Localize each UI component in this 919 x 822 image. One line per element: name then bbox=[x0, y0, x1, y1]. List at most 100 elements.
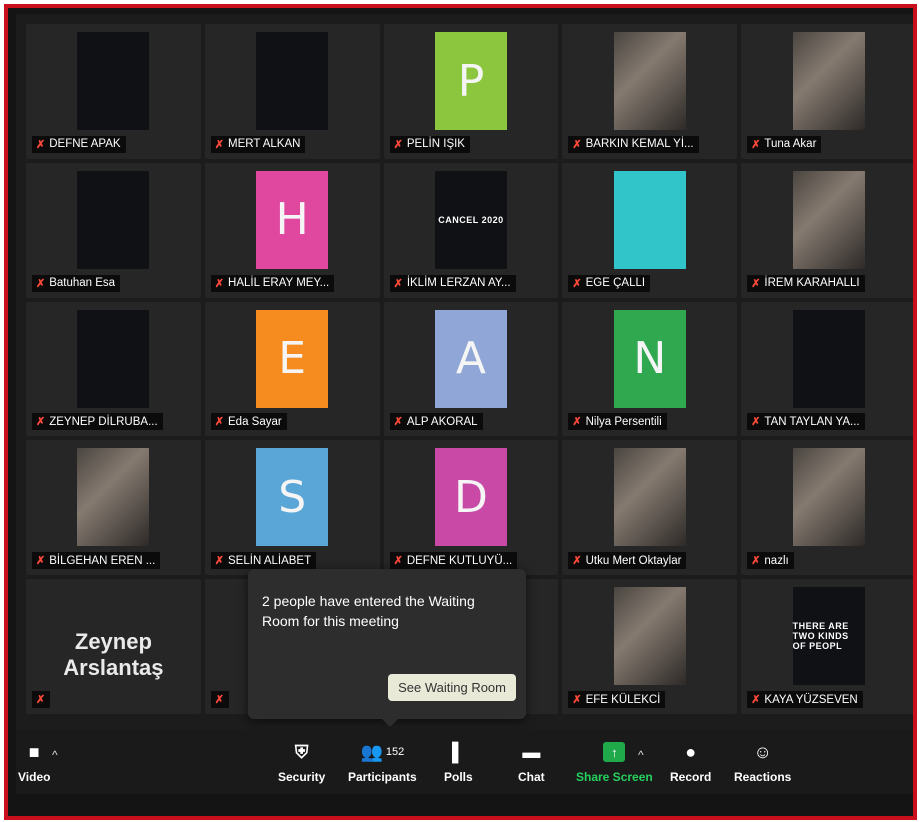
avatar-image: CANCEL 2020 bbox=[434, 170, 507, 269]
avatar-photo bbox=[792, 448, 865, 547]
share-arrow-icon: ↑ bbox=[603, 742, 626, 762]
participant-name-chip: ✗ EGE ÇALLI bbox=[568, 274, 651, 292]
video-label: Video bbox=[18, 770, 51, 784]
muted-mic-icon: ✗ bbox=[572, 555, 582, 568]
participant-name-chip: ✗ BİLGEHAN EREN ... bbox=[32, 552, 161, 570]
muted-mic-icon: ✗ bbox=[572, 138, 582, 151]
video-button[interactable]: ■ Video bbox=[18, 738, 51, 785]
participant-tile[interactable]: Zeynep Arslantaş ✗ bbox=[26, 579, 201, 714]
chat-icon: ▬ bbox=[522, 741, 541, 762]
participant-tile[interactable]: ✗ BARKIN KEMAL Yİ... bbox=[562, 24, 738, 159]
polls-label: Polls bbox=[444, 770, 473, 784]
participant-tile[interactable]: ✗ DEFNE APAK bbox=[26, 24, 201, 159]
participant-name-chip: ✗ Nilya Persentili bbox=[568, 413, 667, 431]
avatar-image bbox=[613, 170, 686, 269]
muted-mic-icon: ✗ bbox=[214, 555, 225, 568]
participant-tile[interactable]: A ✗ ALP AKORAL bbox=[383, 301, 559, 437]
participant-name-chip: ✗ MERT ALKAN bbox=[210, 135, 306, 153]
participants-button[interactable]: 👥 152 Participants bbox=[348, 738, 417, 785]
video-options-caret-icon[interactable]: ^ bbox=[52, 748, 58, 762]
participant-name-chip: ✗ nazlı bbox=[747, 552, 794, 570]
participants-icon: 👥 bbox=[360, 741, 383, 762]
participant-tile[interactable]: ✗ TAN TAYLAN YA... bbox=[741, 301, 913, 437]
muted-mic-icon: ✗ bbox=[393, 555, 403, 568]
participant-tile[interactable]: ✗ nazlı bbox=[741, 440, 913, 576]
participant-tile[interactable]: H ✗ HALİL ERAY MEY... bbox=[204, 162, 380, 298]
muted-mic-icon: ✗ bbox=[572, 277, 582, 290]
participant-name-chip: ✗ ZEYNEP DİLRUBA... bbox=[32, 413, 163, 431]
video-off-placeholder bbox=[77, 32, 150, 130]
popup-tail bbox=[382, 719, 398, 727]
participant-name: EGE ÇALLI bbox=[585, 277, 646, 290]
avatar-letter: E bbox=[256, 309, 329, 408]
participant-tile[interactable]: ✗ İREM KARAHALLI bbox=[741, 162, 913, 298]
participant-name: MERT ALKAN bbox=[228, 138, 301, 151]
participant-name: EFE KÜLEKCİ bbox=[585, 693, 661, 706]
participant-tile[interactable]: ✗ ZEYNEP DİLRUBA... bbox=[26, 301, 201, 437]
muted-mic-icon: ✗ bbox=[393, 138, 403, 151]
participant-tile[interactable]: ✗ BİLGEHAN EREN ... bbox=[26, 440, 201, 576]
participant-name-chip: ✗ bbox=[210, 691, 230, 708]
participant-tile[interactable]: ✗ Batuhan Esa bbox=[26, 162, 201, 298]
reactions-icon: ☺ bbox=[753, 741, 772, 762]
chat-button[interactable]: ▬ Chat bbox=[518, 738, 545, 785]
muted-mic-icon: ✗ bbox=[36, 277, 46, 290]
participant-tile[interactable]: D ✗ DEFNE KUTLUYÜ... bbox=[383, 440, 559, 576]
participant-tile[interactable]: THERE ARE TWO KINDS OF PEOPL ✗ KAYA YÜZSEV… bbox=[741, 579, 913, 714]
participant-name-chip: ✗ DEFNE APAK bbox=[32, 135, 126, 153]
avatar-photo bbox=[792, 170, 865, 269]
participant-tile[interactable]: ✗ EGE ÇALLI bbox=[562, 162, 738, 298]
avatar-photo bbox=[77, 448, 150, 547]
video-off-placeholder bbox=[77, 170, 150, 269]
participant-tile[interactable]: CANCEL 2020 ✗ İKLİM LERZAN AY... bbox=[383, 162, 559, 298]
muted-mic-icon: ✗ bbox=[36, 416, 46, 429]
muted-mic-icon: ✗ bbox=[751, 277, 761, 290]
share-options-caret-icon[interactable]: ^ bbox=[638, 748, 644, 762]
muted-mic-icon: ✗ bbox=[751, 555, 761, 568]
photo-frame: ✗ DEFNE APAK ✗ MERT ALKAN P ✗ PELİN IŞIK ✗ BARKI… bbox=[4, 4, 917, 820]
participant-tile[interactable]: S ✗ SELİN ALİABET bbox=[204, 440, 380, 576]
participant-name-chip: ✗ SELİN ALİABET bbox=[210, 552, 317, 570]
participant-tile[interactable]: E ✗ Eda Sayar bbox=[204, 301, 380, 437]
muted-mic-icon: ✗ bbox=[36, 138, 46, 151]
participant-tile[interactable]: P ✗ PELİN IŞIK bbox=[383, 24, 559, 159]
participant-tile[interactable]: ✗ Tuna Akar bbox=[741, 24, 913, 159]
participant-tile[interactable]: ✗ MERT ALKAN bbox=[204, 24, 380, 159]
avatar-caption: CANCEL 2020 bbox=[438, 214, 504, 225]
see-waiting-room-button[interactable]: See Waiting Room bbox=[388, 674, 516, 701]
waiting-room-notification: 2 people have entered the Waiting Room f… bbox=[248, 569, 526, 727]
chat-label: Chat bbox=[518, 770, 545, 784]
polls-button[interactable]: ▌ Polls bbox=[444, 738, 473, 785]
avatar-letter: N bbox=[613, 309, 686, 408]
reactions-label: Reactions bbox=[734, 770, 792, 784]
avatar-photo bbox=[613, 448, 686, 547]
participant-name: KAYA YÜZSEVEN bbox=[764, 693, 858, 706]
record-button[interactable]: ● Record bbox=[670, 738, 712, 785]
participant-display-name: Zeynep Arslantaş bbox=[63, 629, 164, 681]
participant-name: ALP AKORAL bbox=[406, 415, 478, 428]
muted-mic-icon: ✗ bbox=[36, 555, 46, 568]
participant-name: BARKIN KEMAL Yİ... bbox=[585, 138, 694, 151]
muted-mic-icon: ✗ bbox=[214, 277, 225, 290]
video-icon: ■ bbox=[28, 741, 40, 762]
muted-mic-icon: ✗ bbox=[572, 416, 582, 429]
participant-tile[interactable]: ✗ Utku Mert Oktaylar bbox=[562, 440, 738, 576]
participant-name: PELİN IŞIK bbox=[406, 138, 465, 151]
participant-name: SELİN ALİABET bbox=[228, 554, 312, 567]
security-button[interactable]: ⛨ Security bbox=[278, 738, 325, 785]
participant-name-chip: ✗ HALİL ERAY MEY... bbox=[210, 274, 335, 292]
participant-tile[interactable]: ✗ EFE KÜLEKCİ bbox=[562, 579, 738, 714]
avatar-image: THERE ARE TWO KINDS OF PEOPL bbox=[792, 587, 865, 686]
participant-name-chip: ✗ bbox=[32, 691, 51, 708]
reactions-button[interactable]: ☺ Reactions bbox=[734, 738, 792, 785]
participant-name: HALİL ERAY MEY... bbox=[228, 277, 330, 290]
waiting-room-message: 2 people have entered the Waiting Room f… bbox=[262, 593, 475, 629]
participant-name: İKLİM LERZAN AY... bbox=[406, 277, 511, 290]
participant-name-chip: ✗ Tuna Akar bbox=[747, 135, 822, 153]
record-label: Record bbox=[670, 770, 712, 784]
shield-icon: ⛨ bbox=[294, 741, 309, 762]
participant-tile[interactable]: N ✗ Nilya Persentili bbox=[562, 301, 738, 437]
participant-name: DEFNE KUTLUYÜ... bbox=[406, 554, 513, 567]
participant-name: Tuna Akar bbox=[764, 138, 817, 151]
participant-name: DEFNE APAK bbox=[49, 138, 121, 151]
